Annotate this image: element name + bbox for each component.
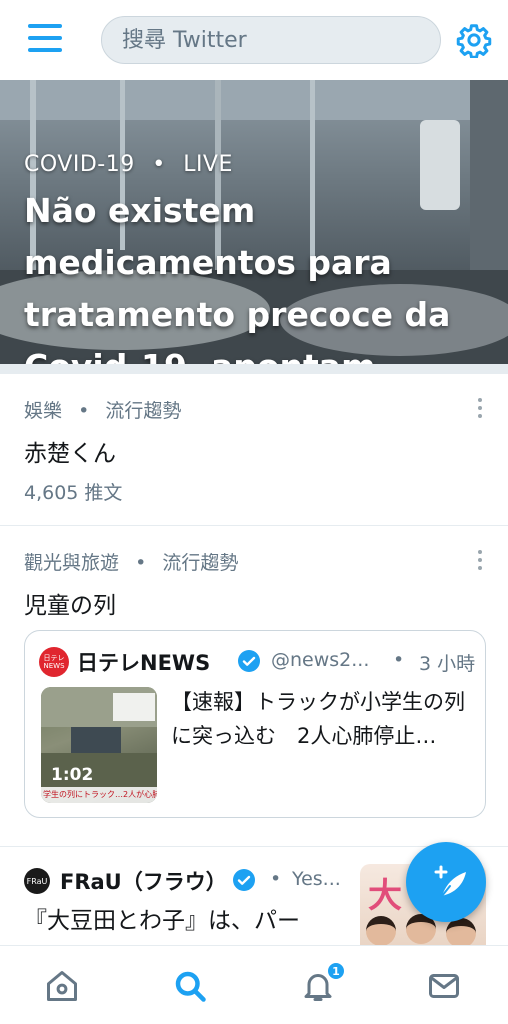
gear-icon[interactable] (456, 22, 492, 58)
video-thumbnail[interactable]: 1:02 学生の列にトラック…2人が心肺停 (41, 687, 157, 803)
trend-name: 赤楚くん (24, 441, 116, 467)
video-duration: 1:02 (51, 765, 94, 785)
tweet-separator: • (270, 868, 282, 890)
trend-tweet-count: 4,605 推文 (24, 482, 123, 504)
compose-tweet-button[interactable] (406, 842, 486, 922)
trend-separator: • (135, 552, 147, 574)
hero-meta: COVID-19 • LIVE (24, 152, 494, 177)
tweet-separator: • (393, 649, 405, 671)
feather-plus-icon (434, 865, 466, 897)
trend-name: 児童の列 (24, 593, 116, 619)
tweet-text: 『大豆田とわ子』は、パー (24, 908, 300, 934)
hero-headline: Não existem medicamentos para tratamento… (24, 191, 451, 364)
verified-icon (238, 650, 260, 672)
hero-separator: • (152, 152, 166, 177)
person-image (446, 918, 476, 948)
more-options-icon[interactable] (474, 398, 486, 424)
verified-icon (233, 869, 255, 891)
thumbnail-caption: 学生の列にトラック…2人が心肺停 (41, 787, 157, 803)
tweet-timestamp: Yes... (292, 868, 341, 890)
search-box[interactable] (101, 16, 441, 64)
tweet-text: 【速報】トラックが小学生の列に突っ込む 2人心肺停止… (171, 690, 465, 748)
search-input[interactable] (122, 27, 422, 53)
trend-context: 娛樂 • 流行趨勢 (24, 396, 181, 423)
image-text: 大 (368, 876, 402, 916)
top-bar (0, 0, 508, 80)
notification-badge: 1 (326, 961, 346, 981)
hero-news-card[interactable]: COVID-19 • LIVE Não existem medicamentos… (0, 80, 508, 364)
trend-label: 流行趨勢 (162, 552, 239, 574)
hero-live-status: LIVE (183, 152, 233, 177)
thumbnail-scene (41, 687, 157, 787)
news-logo-avatar: 日テレ NEWS (39, 647, 69, 677)
trend-category: 娛樂 (24, 400, 63, 422)
tweet-author: 日テレNEWS (77, 651, 211, 675)
tweet-author: FRaU（フラウ） (60, 870, 227, 894)
menu-icon[interactable] (28, 24, 62, 54)
trend-category: 觀光與旅遊 (24, 552, 120, 574)
search-icon[interactable] (172, 968, 208, 1004)
home-icon[interactable] (44, 968, 80, 1004)
avatar[interactable]: FRaU (24, 868, 50, 894)
embedded-tweet-card[interactable]: 日テレ NEWS 日テレNEWS @news2... • 3 小時 1:02 学… (24, 630, 486, 818)
bottom-navigation: 1 (0, 945, 508, 1024)
person-image (366, 916, 396, 946)
tweet-timestamp: 3 小時 (419, 653, 476, 675)
more-options-icon[interactable] (474, 550, 486, 576)
messages-icon[interactable] (426, 968, 462, 1004)
trend-context: 觀光與旅遊 • 流行趨勢 (24, 548, 238, 575)
tweet-handle: @news2... (271, 649, 370, 671)
section-divider (0, 364, 508, 374)
trend-separator: • (78, 400, 90, 422)
trend-label: 流行趨勢 (105, 400, 182, 422)
hero-category: COVID-19 (24, 152, 135, 177)
trend-item[interactable]: 娛樂 • 流行趨勢 赤楚くん 4,605 推文 (0, 374, 508, 526)
